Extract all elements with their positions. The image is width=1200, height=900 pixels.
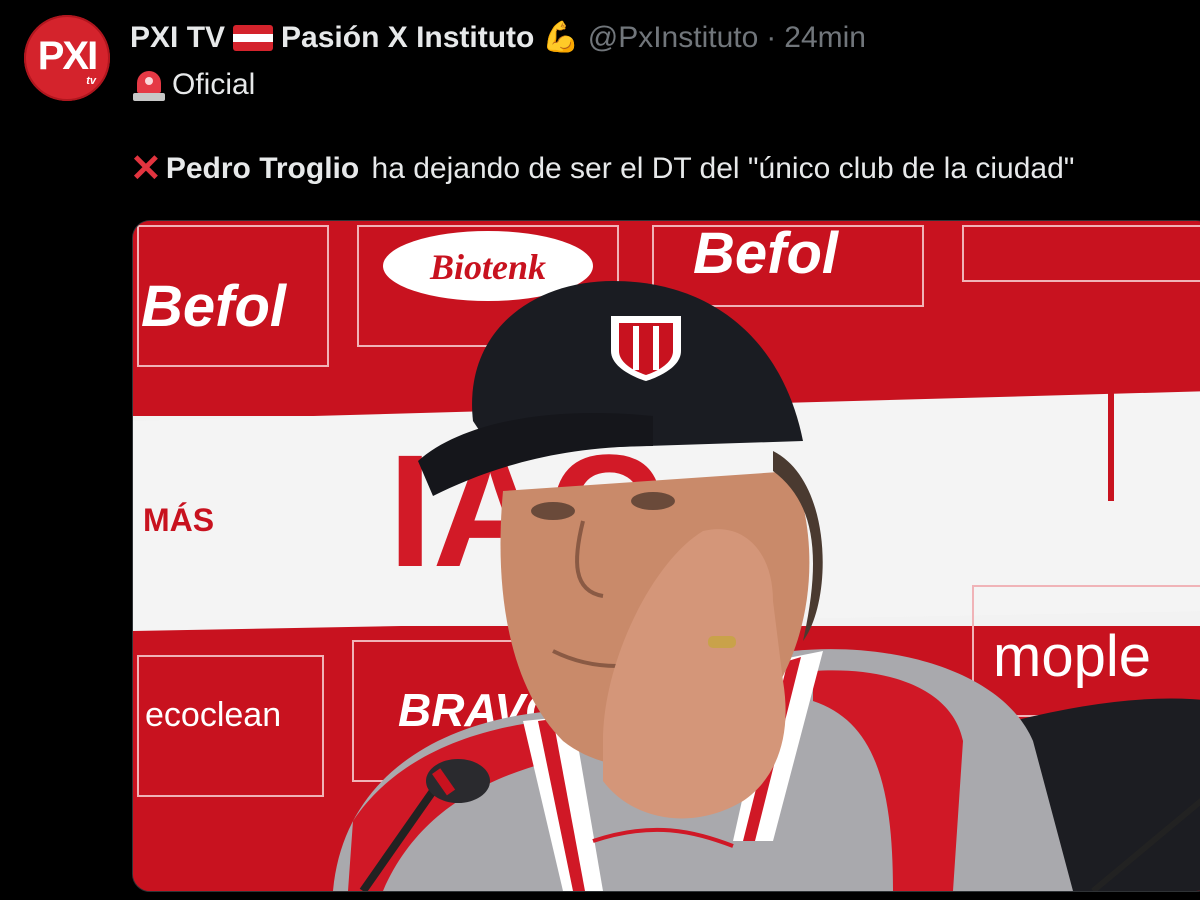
- tweet-media-photo[interactable]: Biotenk Befol Befol MÁS IAC ecoclean BRA…: [132, 220, 1200, 892]
- tweet-body-text: ha dejando de ser el DT del "único club …: [363, 152, 1075, 185]
- press-conference-photo: Biotenk Befol Befol MÁS IAC ecoclean BRA…: [133, 221, 1200, 891]
- cross-mark-icon: ✕: [130, 148, 162, 190]
- siren-icon: [130, 66, 168, 104]
- flexed-biceps-icon: 💪: [542, 21, 580, 54]
- tweet-header: PXI TV Pasión X Instituto 💪 @PxInstituto…: [130, 18, 866, 58]
- sponsor-befol-left: Befol: [141, 274, 288, 339]
- timestamp[interactable]: 24min: [784, 21, 866, 55]
- account-handle[interactable]: @PxInstituto: [588, 21, 759, 55]
- tweet-text-line-2: ✕ Pedro Troglio ha dejando de ser el DT …: [130, 150, 1074, 188]
- avatar-logo-text: PXI: [37, 33, 99, 78]
- avatar[interactable]: PXI tv: [24, 15, 110, 101]
- sponsor-mas-text: MÁS: [143, 502, 214, 538]
- austria-flag-icon: [233, 25, 274, 51]
- sponsor-befol-top: Befol: [693, 221, 840, 286]
- sponsor-ecoclean: ecoclean: [145, 696, 281, 734]
- official-label: Oficial: [172, 68, 256, 101]
- avatar-logo-subtext: tv: [86, 75, 96, 87]
- tweet-card[interactable]: PXI tv PXI TV Pasión X Instituto 💪 @PxIn…: [0, 0, 1200, 900]
- tweet-text-line-1: Oficial: [130, 66, 255, 104]
- display-name-part1[interactable]: PXI TV: [130, 21, 225, 55]
- sponsor-biotenk: Biotenk: [429, 247, 546, 287]
- highlighted-name: Pedro Troglio: [165, 152, 360, 185]
- sponsor-mople: mople: [993, 624, 1151, 689]
- display-name-part2[interactable]: Pasión X Instituto: [281, 21, 534, 55]
- separator-dot: ·: [766, 21, 777, 54]
